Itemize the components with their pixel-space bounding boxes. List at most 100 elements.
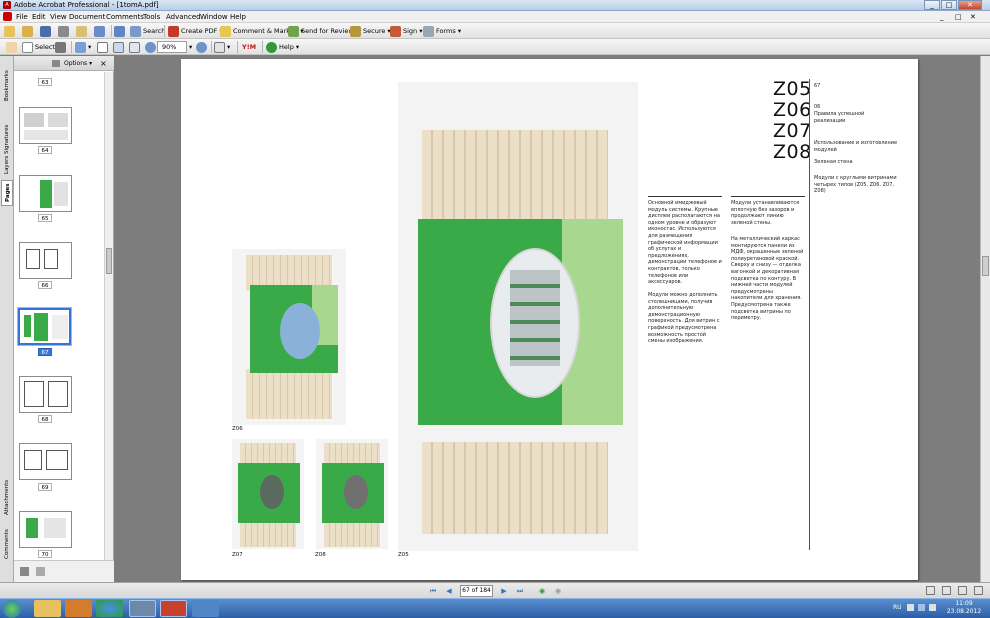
help-label: Help [279,43,294,51]
close-button[interactable]: ✕ [958,0,982,10]
zoom-dropdown-icon[interactable]: ▾ [189,41,192,53]
thumb-label-70: 70 [38,550,52,558]
menu-window[interactable]: Window [200,12,228,22]
acrobat-window: A Adobe Acrobat Professional - [1tomA.pd… [0,0,990,618]
first-page-button[interactable]: ⏮ [428,586,438,596]
menu-file[interactable]: File [16,12,28,22]
document-scrollbar[interactable] [980,56,990,582]
send-review-button[interactable]: Send for Review ▾ [288,25,359,37]
forms-button[interactable]: Forms ▾ [423,25,461,37]
panel-new-icon[interactable] [36,567,45,576]
tab-attachments[interactable]: Attachments [1,476,13,518]
back-view-button[interactable]: ◉ [537,586,547,596]
page-number-field[interactable]: 67 of 184 [460,585,493,597]
zoom-field[interactable]: 90% [157,41,187,53]
create-pdf-button[interactable]: Create PDF ▾ [168,25,223,37]
open-icon[interactable] [4,25,17,37]
start-button[interactable] [3,600,21,618]
explorer-taskbar-icon[interactable] [34,600,61,617]
review-icon [288,25,299,37]
media-player-taskbar-icon[interactable] [65,600,92,617]
fit-page-icon[interactable] [113,41,126,53]
continuous-facing-icon[interactable] [974,586,983,595]
save-icon[interactable] [40,25,53,37]
status-bar: ⏮ ◀ 67 of 184 ▶ ⏭ ◉ ◉ [0,582,990,598]
network-icon[interactable] [918,604,925,611]
select-label: Select [35,43,56,51]
minimize-button[interactable]: _ [924,0,940,10]
feather-taskbar-icon[interactable] [192,600,219,617]
code-z05: Z05 [773,78,812,100]
col1-rule [648,196,722,197]
continuous-icon[interactable] [942,586,951,595]
page-thumbnail-70[interactable] [19,511,72,548]
help-button[interactable]: Help ▾ [266,41,299,53]
page-thumbnail-68[interactable] [19,376,72,413]
title-bar: A Adobe Acrobat Professional - [1tomA.pd… [0,0,990,11]
page-thumbnail-69[interactable] [19,443,72,480]
next-page-button[interactable]: ▶ [499,586,509,596]
doc-restore-button[interactable]: □ [955,12,962,22]
doc-minimize-button[interactable]: _ [940,12,944,22]
tray-arrow-icon[interactable] [907,604,914,611]
pdf-page: Z06 Z07 Z08 Z05 Z05 Z06 Z07 Z08 67 06 Пр… [181,59,918,580]
actual-size-icon[interactable] [97,41,110,53]
tab-pages[interactable]: Pages [1,180,13,206]
zoom-in-icon[interactable] [196,41,209,53]
snapshot-icon[interactable] [55,41,68,53]
yahoo-messenger-button[interactable]: Y!M [242,41,256,53]
caption-z06: Z06 [232,426,243,432]
app-taskbar-icon[interactable] [129,600,156,617]
thumb-label-66: 66 [38,281,52,289]
rotate-icon[interactable]: ▾ [214,41,230,53]
send-review-label: Send for Review [301,27,354,35]
menu-comments[interactable]: Comments [106,12,144,22]
menu-view[interactable]: View [50,12,67,22]
thumbnail-scroll-thumb[interactable] [106,248,112,274]
fit-width-icon[interactable] [129,41,142,53]
acrobat-taskbar-icon[interactable] [160,600,187,617]
lock-icon [350,25,361,37]
menu-tools[interactable]: Tools [143,12,160,22]
page-thumbnail-67[interactable] [17,307,72,346]
page-thumbnail-66[interactable] [19,242,72,279]
chrome-taskbar-icon[interactable] [96,600,123,617]
previous-page-button[interactable]: ◀ [444,586,454,596]
menu-help[interactable]: Help [230,12,246,22]
tab-layers[interactable]: Layers [1,152,13,178]
attach-icon[interactable] [94,25,107,37]
last-page-button[interactable]: ⏭ [515,586,525,596]
menu-document[interactable]: Document [69,12,105,22]
thumbnail-scrollbar[interactable] [104,72,113,576]
options-menu[interactable]: Options ▾ [64,58,92,69]
hand-tool-icon[interactable] [6,41,19,53]
maximize-button[interactable]: □ [941,0,957,10]
print-icon[interactable] [58,25,71,37]
sign-button[interactable]: Sign ▾ [390,25,423,37]
zoom-in-tool-icon[interactable]: ▾ [75,41,91,53]
search-button[interactable]: Search [130,25,165,37]
document-scroll-thumb[interactable] [982,256,989,276]
panel-close-icon[interactable]: × [100,58,107,69]
menu-edit[interactable]: Edit [32,12,46,22]
secure-button[interactable]: Secure ▾ [350,25,391,37]
tab-bookmarks[interactable]: Bookmarks [1,62,13,110]
single-page-icon[interactable] [926,586,935,595]
organizer-icon[interactable] [114,25,127,37]
forward-view-button[interactable]: ◉ [553,586,563,596]
menu-advanced[interactable]: Advanced [166,12,201,22]
language-indicator[interactable]: RU [893,604,902,611]
select-tool-button[interactable]: Select [22,41,55,53]
page-thumbnail-64[interactable] [19,107,72,144]
page-thumbnail-65[interactable] [19,175,72,212]
document-icon[interactable] [3,12,12,21]
options-label: Options [64,60,88,67]
create-icon[interactable] [22,25,35,37]
doc-close-button[interactable]: ✕ [970,12,976,22]
email-icon[interactable] [76,25,89,37]
tab-comments[interactable]: Comments [1,526,13,562]
volume-icon[interactable] [929,604,936,611]
system-clock[interactable]: 11:09 23.08.2012 [944,600,984,616]
facing-icon[interactable] [958,586,967,595]
panel-trash-icon[interactable] [20,567,29,576]
